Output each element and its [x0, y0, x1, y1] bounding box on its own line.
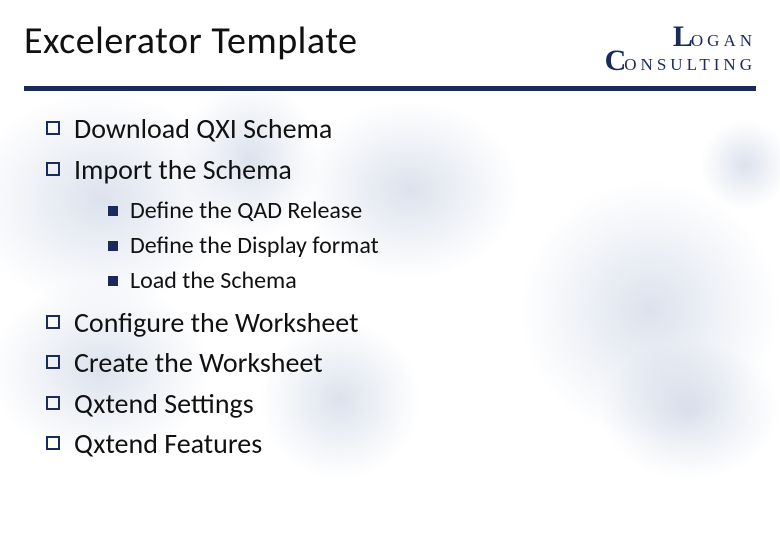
logo-text-onsulting: ONSULTING [624, 56, 756, 73]
list-item-label: Configure the Worksheet [74, 305, 358, 340]
list-item-label: Define the Display format [130, 231, 379, 260]
sub-list: Define the QAD Release Define the Displa… [108, 194, 756, 298]
list-item: Qxtend Features [46, 424, 756, 465]
list-item: Qxtend Settings [46, 384, 756, 425]
hollow-square-icon [46, 396, 60, 410]
list-item: Create the Worksheet [46, 343, 756, 384]
logo-text-ogan: OGAN [691, 32, 756, 49]
filled-square-icon [108, 241, 118, 251]
list-item-label: Load the Schema [130, 266, 297, 295]
filled-square-icon [108, 206, 118, 216]
logo-cap-c: C [605, 46, 627, 76]
list-item-label: Qxtend Features [74, 426, 262, 461]
list-item-label: Define the QAD Release [130, 196, 362, 225]
hollow-square-icon [46, 121, 60, 135]
list-item-label: Create the Worksheet [74, 345, 323, 380]
logo: L OGAN C ONSULTING [583, 18, 756, 76]
slide: Excelerator Template L OGAN C ONSULTING … [0, 0, 780, 540]
list-item: Import the Schema Define the QAD Release… [46, 150, 756, 299]
list-item-label: Download QXI Schema [74, 111, 332, 146]
list-item-label: Import the Schema [74, 152, 292, 187]
hollow-square-icon [46, 315, 60, 329]
bullet-list: Download QXI Schema Import the Schema De… [46, 109, 756, 465]
list-item-label: Qxtend Settings [74, 386, 254, 421]
list-item: Define the QAD Release [108, 194, 756, 229]
hollow-square-icon [46, 436, 60, 450]
page-title: Excelerator Template [24, 18, 357, 64]
list-item: Configure the Worksheet [46, 303, 756, 344]
content: Download QXI Schema Import the Schema De… [0, 91, 780, 465]
filled-square-icon [108, 276, 118, 286]
hollow-square-icon [46, 355, 60, 369]
hollow-square-icon [46, 162, 60, 176]
list-item: Define the Display format [108, 229, 756, 264]
header: Excelerator Template L OGAN C ONSULTING [0, 0, 780, 76]
logo-cap-l: L [673, 22, 693, 52]
list-item: Download QXI Schema [46, 109, 756, 150]
list-item: Load the Schema [108, 264, 756, 299]
